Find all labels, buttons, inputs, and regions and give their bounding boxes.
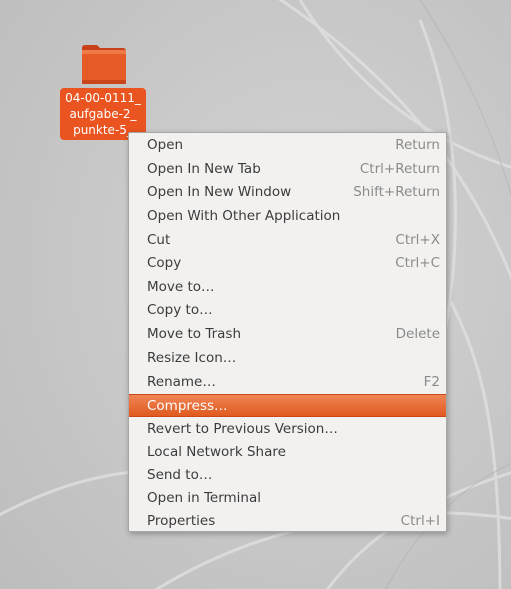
menu-item-shortcut: Ctrl+Return xyxy=(359,160,440,177)
menu-item-shortcut: F2 xyxy=(423,373,440,390)
menu-item-open[interactable]: Open Return xyxy=(129,133,446,156)
menu-item-revert-to-previous-version[interactable]: Revert to Previous Version… xyxy=(129,417,446,440)
menu-item-label: Move to Trash xyxy=(147,325,242,342)
menu-item-open-in-new-tab[interactable]: Open In New Tab Ctrl+Return xyxy=(129,157,446,180)
menu-item-label: Rename… xyxy=(147,373,216,390)
folder-label-line: 04-00-0111_ xyxy=(65,91,141,105)
menu-item-shortcut: Delete xyxy=(395,325,440,342)
menu-item-label: Open In New Window xyxy=(147,183,292,200)
folder-icon xyxy=(82,45,126,84)
menu-item-label: Open in Terminal xyxy=(147,489,261,506)
menu-item-label: Local Network Share xyxy=(147,443,286,460)
menu-item-open-in-new-window[interactable]: Open In New Window Shift+Return xyxy=(129,180,446,203)
menu-item-label: Send to… xyxy=(147,466,213,483)
menu-item-compress[interactable]: Compress… xyxy=(129,394,446,417)
menu-item-move-to[interactable]: Move to… xyxy=(129,275,446,298)
folder-label-line: aufgabe-2_ xyxy=(69,107,137,121)
menu-item-label: Move to… xyxy=(147,278,215,295)
menu-item-copy[interactable]: Copy Ctrl+C xyxy=(129,251,446,274)
menu-item-label: Open In New Tab xyxy=(147,160,261,177)
menu-item-shortcut: Ctrl+X xyxy=(395,231,440,248)
menu-item-label: Copy xyxy=(147,254,182,271)
menu-item-shortcut: Ctrl+C xyxy=(395,254,440,271)
menu-item-move-to-trash[interactable]: Move to Trash Delete xyxy=(129,322,446,345)
menu-item-properties[interactable]: Properties Ctrl+I xyxy=(129,509,446,532)
menu-item-label: Copy to… xyxy=(147,301,213,318)
menu-item-label: Cut xyxy=(147,231,171,248)
menu-item-shortcut: Ctrl+I xyxy=(400,512,440,529)
menu-item-open-in-terminal[interactable]: Open in Terminal xyxy=(129,486,446,509)
menu-item-send-to[interactable]: Send to… xyxy=(129,463,446,486)
menu-item-open-with-other-application[interactable]: Open With Other Application xyxy=(129,204,446,227)
menu-item-rename[interactable]: Rename… F2 xyxy=(129,370,446,393)
context-menu: Open Return Open In New Tab Ctrl+Return … xyxy=(128,132,447,532)
menu-item-label: Open xyxy=(147,136,184,153)
menu-item-label: Revert to Previous Version… xyxy=(147,420,338,437)
menu-item-cut[interactable]: Cut Ctrl+X xyxy=(129,228,446,251)
menu-item-copy-to[interactable]: Copy to… xyxy=(129,298,446,321)
menu-item-resize-icon[interactable]: Resize Icon… xyxy=(129,346,446,369)
menu-item-label: Properties xyxy=(147,512,216,529)
menu-item-local-network-share[interactable]: Local Network Share xyxy=(129,440,446,463)
menu-item-label: Open With Other Application xyxy=(147,207,341,224)
menu-item-label: Compress… xyxy=(147,397,228,414)
menu-item-label: Resize Icon… xyxy=(147,349,237,366)
menu-item-shortcut: Shift+Return xyxy=(353,183,440,200)
menu-item-shortcut: Return xyxy=(395,136,440,153)
